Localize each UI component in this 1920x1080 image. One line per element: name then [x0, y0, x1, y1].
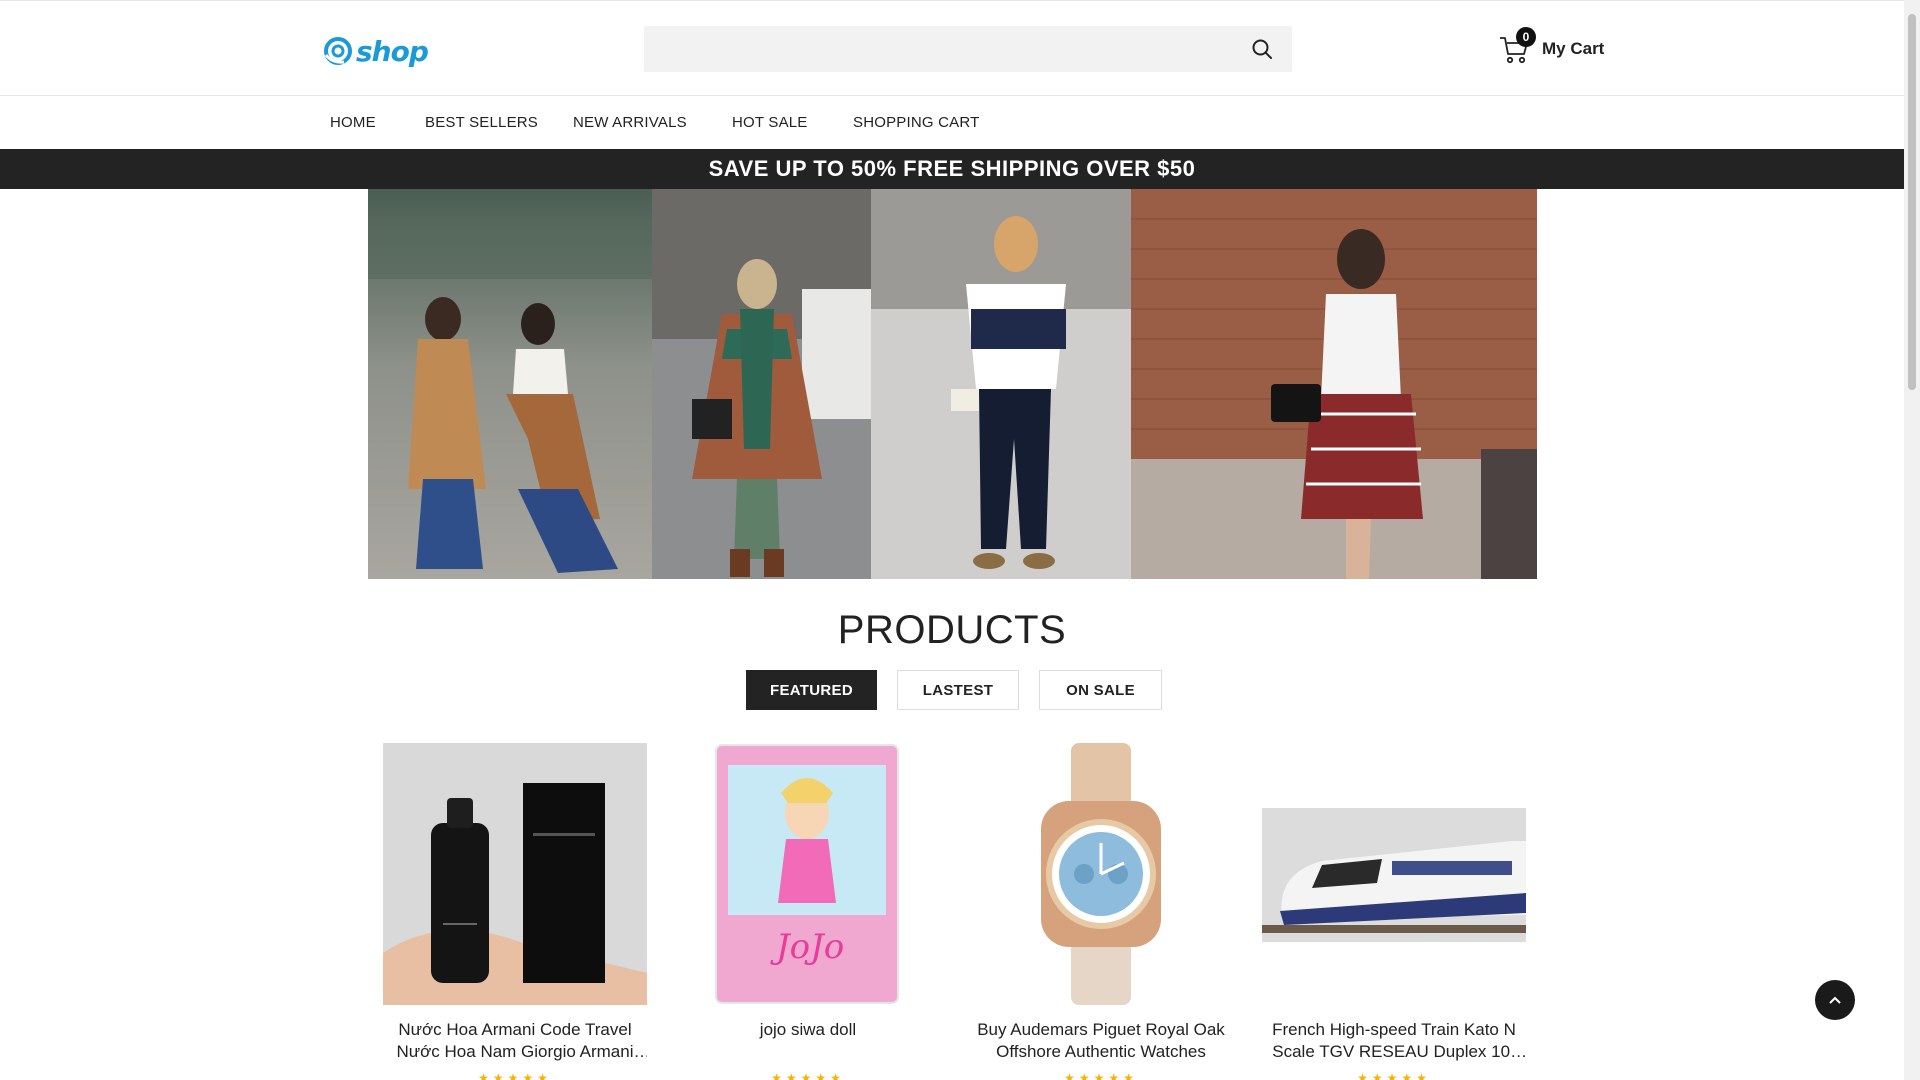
cart-label: My Cart — [1542, 39, 1605, 58]
product-rating: ★★★★★ — [478, 1071, 552, 1080]
site-header: shop 0 My Cart — [0, 0, 1904, 96]
product-rating: ★★★★★ — [771, 1071, 845, 1080]
product-image-jojo-siwa-doll[interactable]: JoJo — [676, 743, 940, 1005]
scrollbar-thumb[interactable] — [1908, 14, 1916, 390]
logo-swirl-icon — [324, 37, 352, 65]
product-card[interactable]: French High-speed Train Kato N Scale TGV… — [1262, 743, 1526, 1080]
product-card[interactable]: JoJo jojo siwa doll ★★★★★ — [676, 743, 940, 1080]
nav-item-hot-sale[interactable]: HOT SALE — [732, 96, 808, 149]
product-title[interactable]: Buy Audemars Piguet Royal Oak Offshore A… — [969, 1019, 1233, 1063]
hero-banner[interactable] — [368, 189, 1537, 579]
logo-text: shop — [356, 34, 429, 68]
search-input[interactable] — [644, 26, 1292, 72]
nav-item-shopping-cart[interactable]: SHOPPING CART — [853, 96, 980, 149]
hero-photo-street-walk — [368, 189, 652, 579]
product-title[interactable]: jojo siwa doll — [676, 1019, 940, 1063]
hero-photo-brick-wall — [1131, 189, 1537, 579]
cart-button[interactable]: 0 My Cart — [1498, 27, 1605, 69]
page-scrollbar[interactable] — [1904, 0, 1920, 1080]
cart-icon-wrap: 0 — [1498, 27, 1536, 65]
nav-item-new-arrivals[interactable]: NEW ARRIVALS — [573, 96, 687, 149]
tab-on-sale[interactable]: ON SALE — [1039, 670, 1162, 710]
hero-photo-plaid-poncho — [652, 189, 871, 579]
search-icon — [1252, 39, 1272, 59]
products-heading: PRODUCTS — [837, 608, 1067, 652]
svg-text:JoJo: JoJo — [770, 927, 844, 967]
shop-logo[interactable]: shop — [322, 33, 429, 69]
product-card[interactable]: Nước Hoa Armani Code Travel Nước Hoa Nam… — [383, 743, 647, 1080]
tab-featured[interactable]: FEATURED — [746, 670, 877, 710]
nav-item-home[interactable]: HOME — [330, 96, 376, 149]
product-image-tgv-train[interactable] — [1262, 743, 1526, 1005]
product-rating: ★★★★★ — [1064, 1071, 1138, 1080]
page: shop 0 My Cart HOME BEST SELLERS NEW ARR… — [0, 0, 1904, 1080]
tab-lastest[interactable]: LASTEST — [897, 670, 1019, 710]
hero-photo-striped-tee — [871, 189, 1131, 579]
promo-banner: SAVE UP TO 50% FREE SHIPPING OVER $50 — [0, 149, 1904, 189]
nav-item-best-sellers[interactable]: BEST SELLERS — [425, 96, 538, 149]
product-image-armani-perfume[interactable] — [383, 743, 647, 1005]
product-title[interactable]: French High-speed Train Kato N Scale TGV… — [1262, 1019, 1526, 1063]
chevron-up-icon — [1829, 996, 1841, 1004]
product-title[interactable]: Nước Hoa Armani Code Travel Nước Hoa Nam… — [383, 1019, 647, 1063]
product-rating: ★★★★★ — [1357, 1071, 1431, 1080]
main-nav: HOME BEST SELLERS NEW ARRIVALS HOT SALE … — [0, 96, 1904, 149]
cart-count-badge: 0 — [1516, 27, 1536, 47]
search-button[interactable] — [1250, 37, 1274, 61]
product-image-audemars-watch[interactable] — [969, 743, 1233, 1005]
product-card[interactable]: Buy Audemars Piguet Royal Oak Offshore A… — [969, 743, 1233, 1080]
back-to-top-button[interactable] — [1815, 980, 1855, 1020]
product-tabs: FEATURED LASTEST ON SALE — [746, 670, 1182, 710]
